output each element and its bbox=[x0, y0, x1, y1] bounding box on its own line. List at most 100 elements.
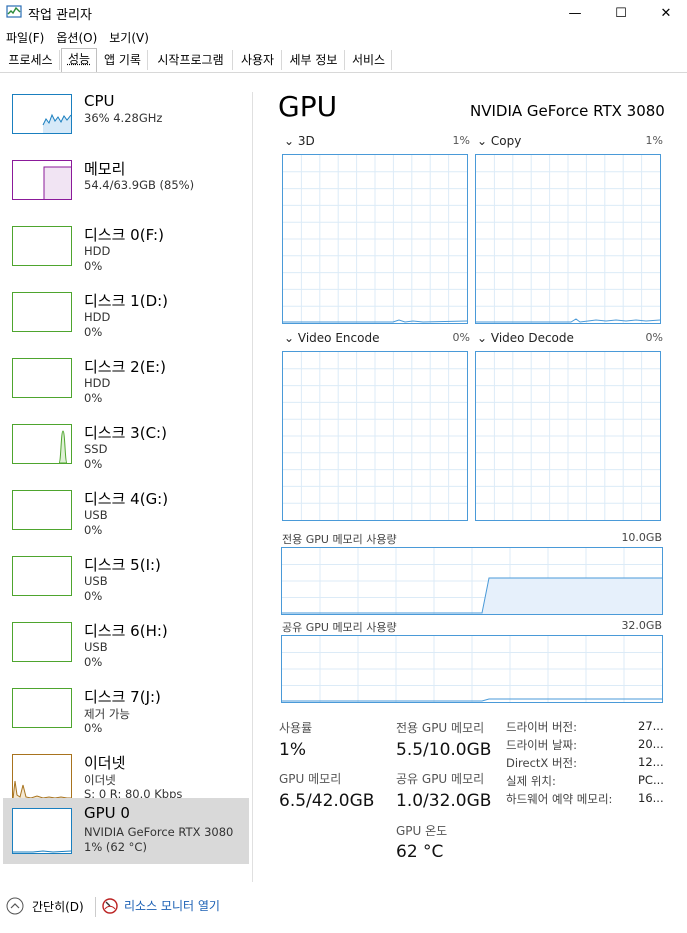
sidebar-item-memory[interactable]: 메모리 54.4/63.9GB (85%) bbox=[0, 154, 250, 216]
sidebar-item-gpu-0[interactable]: GPU 0 NVIDIA GeForce RTX 3080 1% (62 °C) bbox=[3, 798, 249, 864]
driver-date-label: 드라이버 날짜: bbox=[506, 738, 578, 752]
cpu-thumbnail-graph bbox=[12, 94, 72, 134]
sidebar-item-title: 메모리 bbox=[84, 160, 126, 178]
maximize-button[interactable]: ☐ bbox=[598, 0, 644, 26]
physical-location-label: 실제 위치: bbox=[506, 774, 556, 788]
directx-version-label: DirectX 버전: bbox=[506, 756, 578, 770]
gpu-memory-label: GPU 메모리 bbox=[279, 772, 342, 786]
sidebar-item-sub: 0% bbox=[84, 391, 103, 405]
sidebar-item-disk-1[interactable]: 디스크 1(D:) HDD 0% bbox=[0, 286, 250, 348]
sidebar-item-sub: 이더넷 bbox=[84, 773, 116, 787]
chevron-down-icon: ⌄ bbox=[477, 331, 488, 345]
driver-version-label: 드라이버 버전: bbox=[506, 720, 578, 734]
tab-details[interactable]: 세부 정보 bbox=[283, 50, 345, 70]
sidebar-item-sub: 0% bbox=[84, 721, 103, 735]
engine-copy-percent: 1% bbox=[645, 134, 663, 147]
sidebar-item-sub: 0% bbox=[84, 589, 103, 603]
sidebar-item-sub: 0% bbox=[84, 457, 103, 471]
engine-3d-dropdown[interactable]: ⌄ 3D bbox=[284, 134, 315, 148]
sidebar-item-sub: 0% bbox=[84, 655, 103, 669]
gpu-thumbnail-graph bbox=[12, 808, 72, 854]
engine-copy-dropdown[interactable]: ⌄ Copy bbox=[477, 134, 521, 148]
tab-services[interactable]: 서비스 bbox=[346, 50, 392, 70]
sidebar-item-sub: 0% bbox=[84, 325, 103, 339]
engine-video-encode-dropdown[interactable]: ⌄ Video Encode bbox=[284, 331, 379, 345]
engine-copy-graph bbox=[475, 154, 661, 324]
sidebar-item-sub: 1% (62 °C) bbox=[84, 840, 147, 854]
disk-thumbnail-graph bbox=[12, 490, 72, 530]
ethernet-thumbnail-graph bbox=[12, 754, 72, 800]
usage-label: 사용률 bbox=[279, 721, 313, 735]
open-resource-monitor-link[interactable]: 리소스 모니터 열기 bbox=[102, 897, 220, 914]
collapse-button[interactable]: 간단히(D) bbox=[6, 897, 84, 915]
dedicated-memory-stat-value: 5.5/10.0GB bbox=[396, 740, 492, 760]
sidebar-item-disk-5[interactable]: 디스크 5(I:) USB 0% bbox=[0, 550, 250, 612]
disk-thumbnail-graph bbox=[12, 556, 72, 596]
sidebar-item-title: CPU bbox=[84, 92, 115, 110]
engine-3d-percent: 1% bbox=[452, 134, 470, 147]
sidebar-item-sub: HDD bbox=[84, 310, 111, 324]
sidebar-item-title: 디스크 0(F:) bbox=[84, 226, 164, 244]
chevron-down-icon: ⌄ bbox=[284, 331, 295, 345]
sidebar-item-disk-4[interactable]: 디스크 4(G:) USB 0% bbox=[0, 484, 250, 546]
sidebar-item-title: 디스크 2(E:) bbox=[84, 358, 166, 376]
footer-divider bbox=[95, 897, 96, 917]
chevron-down-icon: ⌄ bbox=[477, 134, 488, 148]
tab-app-history[interactable]: 앱 기록 bbox=[98, 50, 148, 70]
sidebar-item-sub: NVIDIA GeForce RTX 3080 bbox=[84, 825, 234, 839]
sidebar-item-sub: HDD bbox=[84, 244, 111, 258]
disk-thumbnail-graph bbox=[12, 226, 72, 266]
shared-memory-stat-label: 공유 GPU 메모리 bbox=[396, 772, 485, 786]
resource-monitor-label: 리소스 모니터 열기 bbox=[124, 899, 220, 913]
sidebar-item-disk-2[interactable]: 디스크 2(E:) HDD 0% bbox=[0, 352, 250, 414]
dedicated-memory-label: 전용 GPU 메모리 사용량 bbox=[282, 533, 397, 546]
shared-memory-stat-value: 1.0/32.0GB bbox=[396, 791, 492, 811]
sidebar-item-disk-0[interactable]: 디스크 0(F:) HDD 0% bbox=[0, 220, 250, 282]
sidebar-item-disk-7[interactable]: 디스크 7(J:) 제거 가능 0% bbox=[0, 682, 250, 744]
sidebar-item-sub: USB bbox=[84, 574, 108, 588]
close-button[interactable]: ✕ bbox=[643, 0, 687, 26]
disk-thumbnail-graph bbox=[12, 358, 72, 398]
sidebar-item-sub: 36% 4.28GHz bbox=[84, 111, 163, 125]
menu-options[interactable]: 옵션(O) bbox=[50, 26, 103, 46]
menu-file[interactable]: 파일(F) bbox=[0, 26, 50, 46]
resource-sidebar: CPU 36% 4.28GHz 메모리 54.4/63.9GB (85%) 디스… bbox=[0, 88, 252, 868]
physical-location-value: PC... bbox=[638, 773, 664, 787]
minimize-button[interactable]: — bbox=[552, 0, 598, 26]
reserved-memory-label: 하드웨어 예약 메모리: bbox=[506, 792, 613, 806]
gpu-temp-label: GPU 온도 bbox=[396, 824, 448, 838]
sidebar-item-sub: 제거 가능 bbox=[84, 707, 130, 721]
shared-memory-max: 32.0GB bbox=[621, 619, 662, 632]
disk-thumbnail-graph bbox=[12, 688, 72, 728]
sidebar-item-title: 디스크 4(G:) bbox=[84, 490, 169, 508]
sidebar-item-disk-3[interactable]: 디스크 3(C:) SSD 0% bbox=[0, 418, 250, 480]
tab-bar: 프로세스 성능 앱 기록 시작프로그램 사용자 세부 정보 서비스 bbox=[0, 48, 687, 73]
engine-video-encode-percent: 0% bbox=[452, 331, 470, 344]
tab-processes[interactable]: 프로세스 bbox=[2, 50, 60, 70]
sidebar-item-title: 디스크 3(C:) bbox=[84, 424, 167, 442]
sidebar-divider bbox=[252, 92, 253, 882]
gpu-memory-value: 6.5/42.0GB bbox=[279, 791, 375, 811]
shared-memory-label: 공유 GPU 메모리 사용량 bbox=[282, 621, 397, 634]
tab-performance[interactable]: 성능 bbox=[61, 48, 97, 72]
engine-video-decode-dropdown[interactable]: ⌄ Video Decode bbox=[477, 331, 574, 345]
usage-value: 1% bbox=[279, 740, 306, 760]
page-title: GPU bbox=[278, 90, 338, 123]
resource-monitor-icon bbox=[102, 897, 118, 914]
shared-memory-graph bbox=[281, 635, 663, 703]
chevron-up-circle-icon bbox=[6, 897, 24, 915]
driver-version-value: 27... bbox=[638, 719, 664, 733]
footer-bar: 간단히(D) 리소스 모니터 열기 bbox=[0, 893, 687, 923]
menu-bar: 파일(F) 옵션(O) 보기(V) bbox=[0, 26, 155, 46]
graph-grid bbox=[476, 352, 660, 520]
dedicated-memory-max: 10.0GB bbox=[621, 531, 662, 544]
sidebar-item-cpu[interactable]: CPU 36% 4.28GHz bbox=[0, 88, 250, 150]
driver-date-value: 20... bbox=[638, 737, 664, 751]
disk-thumbnail-graph bbox=[12, 622, 72, 662]
tab-users[interactable]: 사용자 bbox=[234, 50, 282, 70]
disk-thumbnail-graph bbox=[12, 292, 72, 332]
sidebar-item-disk-6[interactable]: 디스크 6(H:) USB 0% bbox=[0, 616, 250, 678]
disk-thumbnail-graph bbox=[12, 424, 72, 464]
tab-startup[interactable]: 시작프로그램 bbox=[149, 50, 233, 70]
menu-view[interactable]: 보기(V) bbox=[103, 26, 155, 46]
